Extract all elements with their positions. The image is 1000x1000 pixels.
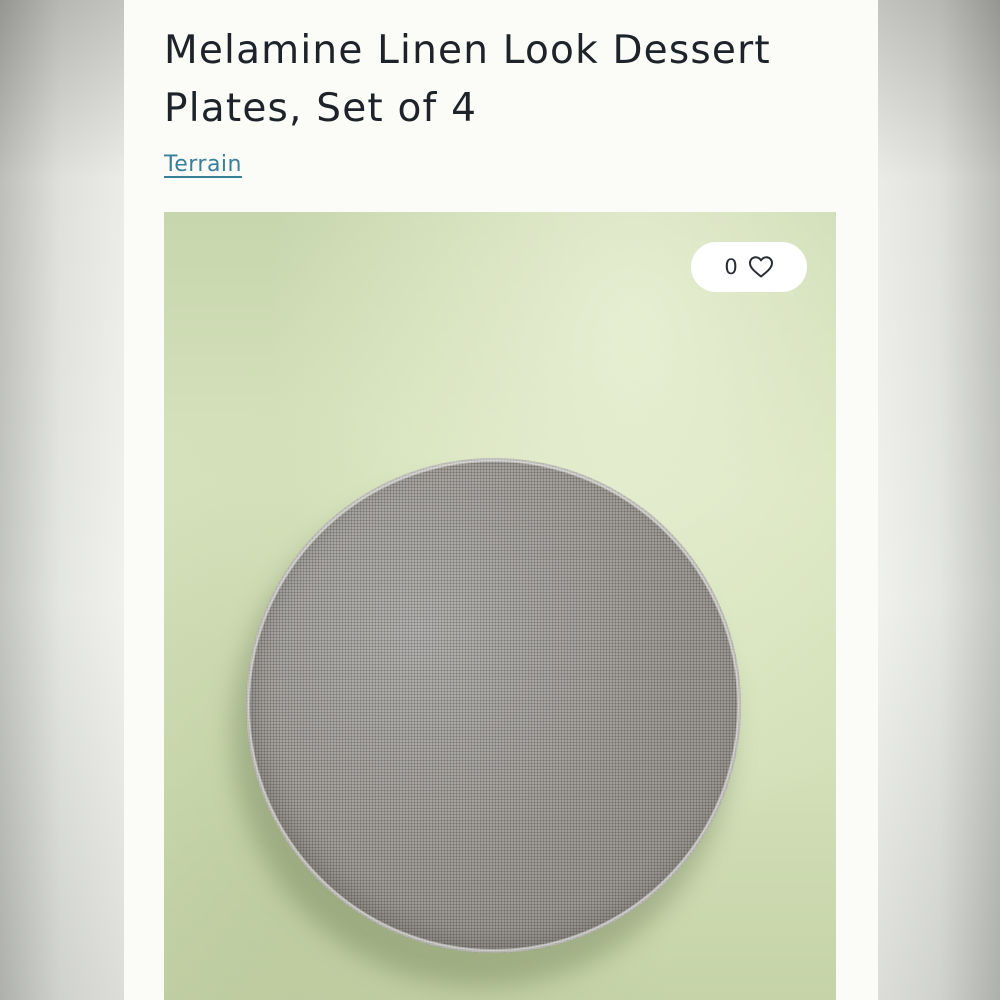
- blurred-background-right: [876, 0, 1000, 1000]
- product-card: Melamine Linen Look Dessert Plates, Set …: [124, 0, 878, 1000]
- product-image[interactable]: 0: [164, 212, 836, 1000]
- favorite-count: 0: [724, 255, 738, 279]
- brand-link[interactable]: Terrain: [164, 152, 242, 177]
- product-title: Melamine Linen Look Dessert Plates, Set …: [164, 28, 771, 131]
- heart-outline-icon: [748, 255, 774, 279]
- favorite-button[interactable]: 0: [691, 242, 807, 292]
- blurred-background-left: [0, 0, 124, 1000]
- plate-rim: [248, 460, 739, 951]
